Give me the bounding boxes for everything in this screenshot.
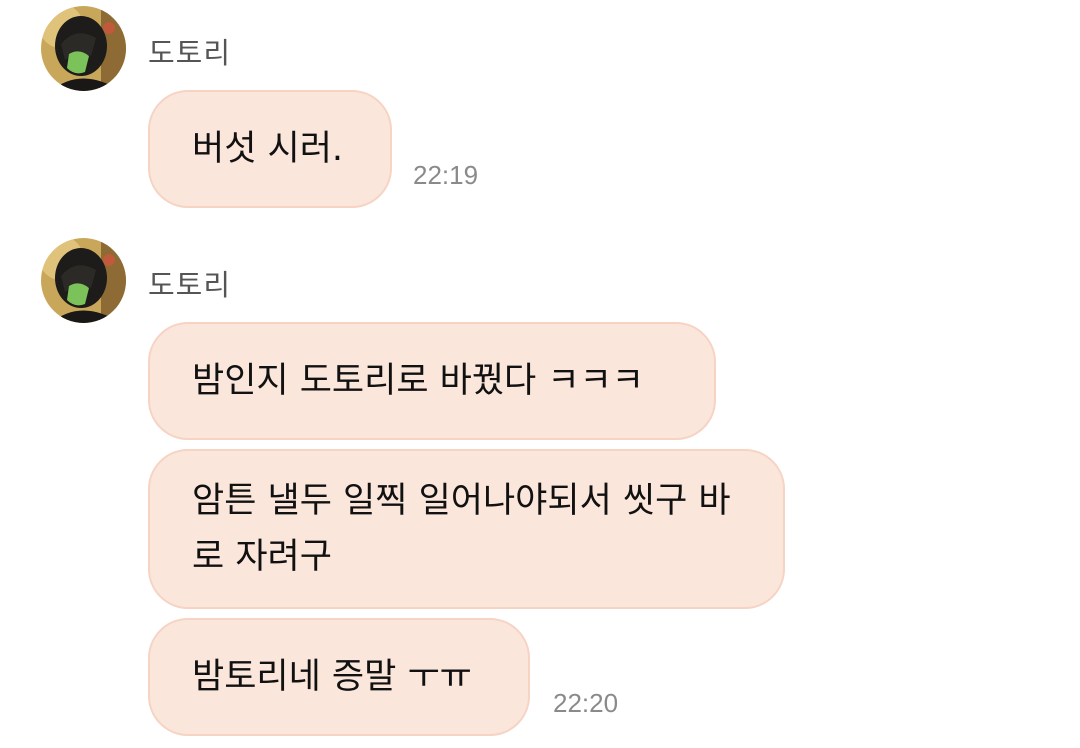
message-bubble[interactable]: 버섯 시러. <box>148 90 392 208</box>
message-timestamp: 22:20 <box>553 688 619 718</box>
sender-name: 도토리 <box>148 268 232 302</box>
message-bubble[interactable]: 암튼 낼두 일찍 일어나야되서 씻구 바로 자려구 <box>148 449 785 609</box>
message-bubble[interactable]: 밤토리네 증말 ㅜㅠ <box>148 618 530 736</box>
sender-name: 도토리 <box>148 36 232 70</box>
chat-conversation: 도토리 버섯 시러. 22:19 도토리 밤인지 도토리로 바꿨다 ㅋㅋㅋ 암튼… <box>0 0 1080 748</box>
profile-avatar-icon[interactable] <box>41 238 126 323</box>
message-timestamp: 22:19 <box>413 160 479 190</box>
message-bubble[interactable]: 밤인지 도토리로 바꿨다 ㅋㅋㅋ <box>148 322 716 440</box>
profile-avatar-icon[interactable] <box>41 6 126 91</box>
